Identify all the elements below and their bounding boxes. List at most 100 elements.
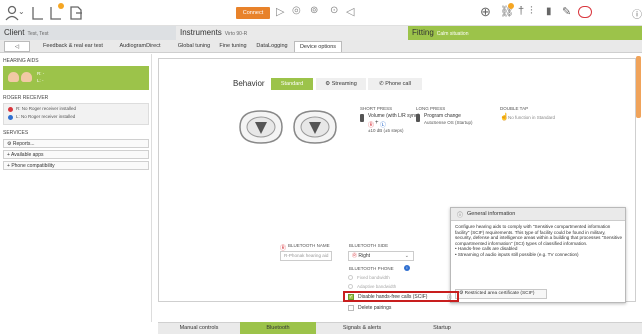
fitting-situation[interactable]: Calm situation bbox=[437, 31, 469, 37]
restricted-area-certificate-button[interactable]: ⚙ Restricted area certificate (SCIF) bbox=[455, 289, 547, 299]
streaming-label: Streaming bbox=[331, 81, 357, 87]
fixed-bandwidth-radio[interactable] bbox=[348, 275, 353, 280]
back-button[interactable]: ◁ bbox=[4, 41, 30, 52]
chevron-down-icon: ⌄ bbox=[404, 253, 409, 259]
hearing-aids-title: HEARING AIDS bbox=[3, 58, 39, 64]
equalizer-icon[interactable]: ⫶ bbox=[530, 5, 533, 18]
target-icon[interactable]: ⊕ bbox=[480, 4, 491, 20]
export-icon[interactable] bbox=[68, 5, 84, 21]
fixed-bandwidth-label: Fixed bandwidth bbox=[357, 275, 390, 280]
behavior-standard-button[interactable]: Standard bbox=[271, 78, 313, 90]
left-hearing-aid-image bbox=[239, 110, 283, 144]
bars-icon[interactable]: ▮ bbox=[546, 6, 552, 17]
tab-signals-alerts[interactable]: Signals & alerts bbox=[324, 322, 400, 334]
reports-button[interactable]: ⚙ Reports... bbox=[3, 139, 149, 148]
double-tap-function: No function in Standard bbox=[508, 115, 556, 120]
short-press-button-icon bbox=[360, 114, 364, 122]
short-press-range: ±10 dB (±5 steps) bbox=[368, 128, 404, 133]
short-press-function: Volume (with L/R sync) bbox=[368, 113, 420, 119]
info-popup-header: ⓘ General information bbox=[451, 208, 625, 221]
services-title: SERVICES bbox=[3, 130, 29, 136]
behavior-phone-call-button[interactable]: ✆ Phone call bbox=[368, 78, 422, 90]
info-popup-icon: ⓘ bbox=[457, 213, 464, 219]
tab-feedback[interactable]: Feedback & real ear test bbox=[34, 41, 112, 52]
roger-left-status: L: No Roger receiver installed bbox=[16, 114, 76, 119]
adaptive-bandwidth-label: Adaptive bandwidth bbox=[357, 284, 397, 289]
record-icon[interactable]: ◎ bbox=[292, 5, 301, 16]
bluetooth-name-input[interactable]: R-Phonak hearing aid bbox=[280, 251, 332, 261]
behavior-label: Behavior bbox=[233, 79, 265, 88]
tab-audiogramdirect[interactable]: AudiogramDirect bbox=[112, 41, 168, 52]
nav-tabs: ◁ Feedback & real ear test AudiogramDire… bbox=[0, 40, 642, 53]
tab-manual-controls[interactable]: Manual controls bbox=[166, 322, 232, 334]
available-apps-label: Available apps bbox=[11, 152, 44, 158]
tab-device-options[interactable]: Device options bbox=[294, 41, 342, 52]
bluetooth-side-title: BLUETOOTH SIDE bbox=[349, 243, 389, 248]
bluetooth-phone-title: BLUETOOTH PHONE bbox=[349, 266, 394, 271]
client-label: Client bbox=[4, 28, 25, 37]
info-icon[interactable]: ⓘ bbox=[632, 6, 642, 21]
play-icon[interactable]: ▷ bbox=[276, 5, 284, 18]
top-toolbar: ⌄ Connect ▷ ◎ ⊚ ⊙ ◁ ⊕ ⛓ † ⫶ ▮ ✎ ⓘ bbox=[0, 0, 642, 26]
volume-icon[interactable]: ◁ bbox=[346, 5, 354, 18]
headset-icon[interactable]: ⊚ bbox=[310, 5, 318, 16]
wrench-icon[interactable]: ✎ bbox=[562, 5, 571, 18]
bluetooth-phone-info-icon[interactable]: i bbox=[404, 265, 410, 271]
hearing-test-icon[interactable] bbox=[578, 6, 592, 18]
phone-compatibility-label: Phone compatibility bbox=[11, 163, 55, 169]
bluetooth-side-value: Right bbox=[358, 253, 371, 259]
behavior-streaming-button[interactable]: ⚙ Streaming bbox=[316, 78, 366, 90]
phone-compatibility-button[interactable]: + Phone compatibility bbox=[3, 161, 149, 170]
restricted-area-label: Restricted area certificate (SCIF) bbox=[464, 291, 535, 296]
tab-global-tuning[interactable]: Global tuning bbox=[174, 41, 214, 52]
adaptive-bandwidth-radio[interactable] bbox=[348, 284, 353, 289]
bluetooth-side-select[interactable]: Ⓡ Right ⌄ bbox=[348, 251, 414, 261]
reports-label: Reports... bbox=[12, 141, 35, 147]
disable-hands-free-checkbox[interactable]: ✓ bbox=[348, 294, 354, 300]
right-dot-icon bbox=[8, 107, 13, 112]
hearing-aids-panel[interactable]: R: - L: - bbox=[3, 66, 149, 90]
short-press-title: SHORT PRESS bbox=[360, 106, 393, 111]
mic-icon[interactable]: † bbox=[518, 5, 524, 17]
long-press-function: Program change bbox=[424, 113, 461, 119]
info-bullet-2: • Streaming of audio inputs still possib… bbox=[455, 251, 579, 257]
right-hearing-aid-icon bbox=[8, 72, 19, 82]
connect-button[interactable]: Connect bbox=[236, 7, 270, 19]
instruments-name: Virto 90-R bbox=[224, 31, 248, 37]
phone-call-label: Phone call bbox=[385, 81, 411, 87]
delete-pairings-checkbox[interactable] bbox=[348, 305, 354, 311]
bluetooth-name-title: BLUETOOTH NAME bbox=[288, 243, 330, 248]
tab-startup[interactable]: Startup bbox=[402, 322, 482, 334]
hands-free-info-icon[interactable]: ⓘ bbox=[447, 294, 452, 301]
scrollbar-thumb[interactable] bbox=[636, 56, 641, 118]
speaker-icon[interactable]: ⊙ bbox=[330, 5, 338, 16]
alert-badge bbox=[508, 3, 514, 9]
notification-badge bbox=[58, 3, 64, 9]
sidebar: HEARING AIDS R: - L: - ROGER RECEIVER R:… bbox=[0, 54, 152, 322]
fitting-label: Fitting bbox=[412, 28, 434, 37]
tab-datalogging[interactable]: DataLogging bbox=[252, 41, 292, 52]
info-popup-title: General information bbox=[467, 211, 516, 217]
tab-bluetooth[interactable]: Bluetooth bbox=[240, 322, 316, 334]
info-popup-body: Configure hearing aids to comply with "S… bbox=[455, 224, 623, 258]
double-tap-title: DOUBLE TAP bbox=[500, 106, 529, 111]
fitting-header: Fitting Calm situation bbox=[408, 26, 642, 40]
roger-right-status: R: No Roger receiver installed bbox=[16, 106, 77, 111]
roger-panel[interactable]: R: No Roger receiver installed L: No Rog… bbox=[3, 103, 149, 125]
left-dot-icon bbox=[8, 115, 13, 120]
tab-fine-tuning[interactable]: Fine tuning bbox=[214, 41, 252, 52]
right-hearing-aid-image bbox=[293, 110, 337, 144]
disable-hands-free-label: Disable hands-free calls (SCIF) bbox=[358, 294, 428, 300]
long-press-title: LONG PRESS bbox=[416, 106, 446, 111]
info-body-text: Configure hearing aids to comply with "S… bbox=[455, 224, 623, 246]
general-info-popup: ⓘ General information Configure hearing … bbox=[450, 207, 626, 303]
left-ear-icon[interactable] bbox=[30, 5, 46, 21]
roger-title: ROGER RECEIVER bbox=[3, 95, 49, 101]
available-apps-button[interactable]: + Available apps bbox=[3, 150, 149, 159]
user-menu-chevron-icon[interactable]: ⌄ bbox=[18, 7, 25, 16]
long-press-detail: AutoSense OS (Startup) bbox=[424, 120, 473, 125]
left-hearing-aid-icon bbox=[21, 72, 32, 82]
client-name: Test, Test bbox=[27, 31, 49, 37]
long-press-button-icon bbox=[416, 114, 420, 122]
hearing-aid-left-label: L: - bbox=[37, 78, 44, 83]
